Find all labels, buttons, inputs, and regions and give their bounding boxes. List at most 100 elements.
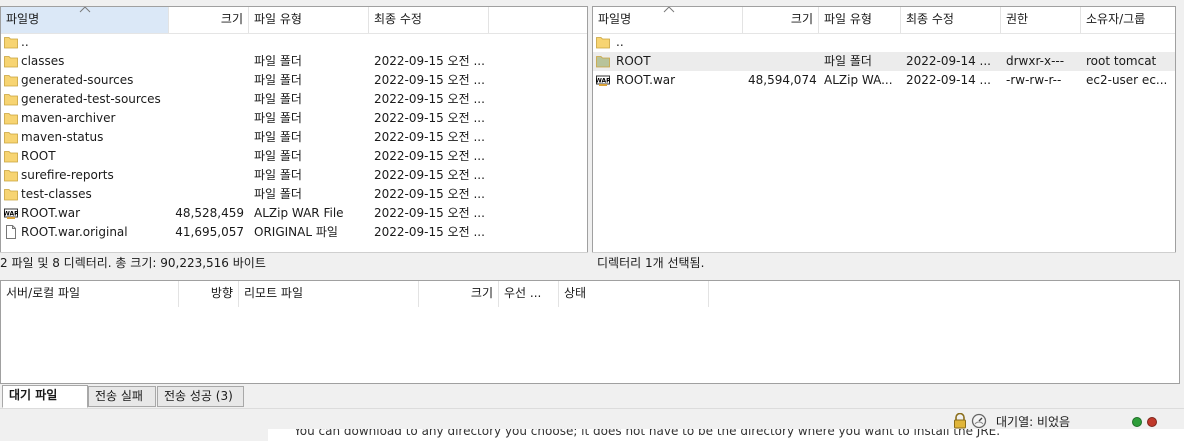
file-type [249,33,369,52]
file-modified: 2022-09-15 오전 ... [374,111,485,125]
remote-status-text: 디렉터리 1개 선택됨. [597,256,705,270]
file-row[interactable]: generated-test-sources 파일 폴더 2022-09-15 오전… [1,90,587,109]
queue-col-priority[interactable]: 우선 ... [499,281,559,307]
file-type: ORIGINAL 파일 [254,225,338,239]
remote-status-bar: 디렉터리 1개 선택됨. [592,252,1176,274]
file-owner [1081,33,1175,52]
remote-col-modified[interactable]: 최종 수정 [901,7,1001,33]
file-modified: 2022-09-15 오전 ... [374,73,485,87]
file-modified: 2022-09-15 오전 ... [374,206,485,220]
file-size [169,90,249,109]
local-status-text: 2 파일 및 8 디렉터리. 총 크기: 90,223,516 바이트 [0,256,266,270]
remote-col-size[interactable]: 크기 [743,7,819,33]
file-size [169,52,249,71]
file-size [743,52,819,71]
file-row[interactable]: classes 파일 폴더 2022-09-15 오전 ... [1,52,587,71]
file-type: 파일 폴더 [254,187,302,201]
file-type: 파일 폴더 [254,149,302,163]
file-modified: 2022-09-15 오전 ... [374,168,485,182]
file-row[interactable]: ROOT.war.original 41,695,057 ORIGINAL 파일 20… [1,223,587,242]
parent-directory-row[interactable]: .. [593,33,1175,52]
file-size: 41,695,057 [175,225,244,239]
red-led-icon [1147,417,1157,427]
file-type: 파일 폴더 [254,54,302,68]
file-size [169,33,249,52]
file-size [169,128,249,147]
file-modified: 2022-09-14 ... [906,73,991,87]
local-status-bar: 2 파일 및 8 디렉터리. 총 크기: 90,223,516 바이트 [0,252,588,274]
svg-text:WAR: WAR [596,78,610,85]
queue-col-remote-file[interactable]: 리모트 파일 [239,281,419,307]
tab-failed-transfers[interactable]: 전송 실패 [88,386,156,407]
green-led-icon [1132,417,1142,427]
queue-col-status[interactable]: 상태 [559,281,709,307]
parent-directory-row[interactable]: .. [1,33,587,52]
file-type: ALZip WA... [824,73,893,87]
file-row[interactable]: WARROOT.war48,528,459ALZip WAR File2022-… [1,204,587,223]
file-name: ROOT.war.original [21,225,128,239]
file-name: test-classes [21,187,92,201]
file-row[interactable]: generated-sources 파일 폴더 2022-09-15 오전 ... [1,71,587,90]
remote-col-filename[interactable]: 파일명 [593,7,743,33]
file-modified [901,33,1001,52]
queue-status-label: 대기열: 비었음 [996,415,1071,429]
file-name: .. [616,35,624,49]
file-modified: 2022-09-15 오전 ... [374,149,485,163]
file-modified: 2022-09-15 오전 ... [374,225,485,239]
remote-col-permissions[interactable]: 권한 [1001,7,1081,33]
tab-successful-transfers[interactable]: 전송 성공 (3) [157,386,244,407]
file-modified: 2022-09-15 오전 ... [374,187,485,201]
file-type: 파일 폴더 [254,92,302,106]
file-name: generated-test-sources [21,92,161,106]
queue-col-direction[interactable]: 방향 [179,281,239,307]
remote-col-owner[interactable]: 소유자/그룹 [1081,7,1175,33]
file-name: .. [21,35,29,49]
speed-limit-icon[interactable] [971,413,987,429]
file-size [169,166,249,185]
file-size: 48,528,459 [175,206,244,220]
file-modified [369,33,489,52]
file-name: classes [21,54,65,68]
file-permissions: drwxr-x--- [1006,54,1065,68]
local-col-type[interactable]: 파일 유형 [249,7,369,33]
sort-ascending-icon [79,7,91,13]
remote-col-filename-label: 파일명 [598,12,632,26]
file-size: 48,594,074 [748,73,817,87]
file-row[interactable]: test-classes 파일 폴더 2022-09-15 오전 ... [1,185,587,204]
file-row[interactable]: surefire-reports 파일 폴더 2022-09-15 오전 ... [1,166,587,185]
queue-col-size[interactable]: 크기 [419,281,499,307]
file-size [169,147,249,166]
lock-icon[interactable] [953,413,967,429]
file-type: 파일 폴더 [254,130,302,144]
remote-list-header: 파일명 크기 파일 유형 최종 수정 권한 소유자/그룹 [593,7,1175,34]
file-row[interactable]: maven-status 파일 폴더 2022-09-15 오전 ... [1,128,587,147]
file-name: ROOT [21,149,56,163]
tab-queued-files[interactable]: 대기 파일 [2,385,88,408]
file-row[interactable]: maven-archiver 파일 폴더 2022-09-15 오전 ... [1,109,587,128]
background-text: You can download to any directory you ch… [294,429,1001,438]
queue-tabs: 대기 파일 전송 실패 전송 성공 (3) [0,384,1184,408]
local-file-list[interactable]: 파일명 크기 파일 유형 최종 수정 .. classes 파일 폴더 2022-09… [0,6,588,272]
local-col-modified[interactable]: 최종 수정 [369,7,489,33]
file-row[interactable]: WAR ROOT.war 48,594,074 ALZip WA... 2022-09-… [593,71,1175,90]
transfer-queue[interactable]: 서버/로컬 파일 방향 리모트 파일 크기 우선 ... 상태 [0,280,1180,384]
file-type: ALZip WAR File [254,206,344,220]
file-type: 파일 폴더 [254,168,302,182]
remote-file-list[interactable]: 파일명 크기 파일 유형 최종 수정 권한 소유자/그룹 .. ROOT 파일 폴더… [592,6,1176,272]
local-col-filename-label: 파일명 [6,12,40,26]
file-size [169,109,249,128]
file-type: 파일 폴더 [254,111,302,125]
queue-col-local-file[interactable]: 서버/로컬 파일 [1,281,179,307]
local-col-filename[interactable]: 파일명 [1,7,169,33]
file-row[interactable]: ROOT 파일 폴더 2022-09-14 ... drwxr-x--- root to… [593,52,1175,71]
local-col-size[interactable]: 크기 [169,7,249,33]
queue-header: 서버/로컬 파일 방향 리모트 파일 크기 우선 ... 상태 [1,281,1179,307]
file-name: ROOT [616,54,651,68]
remote-col-type[interactable]: 파일 유형 [819,7,901,33]
file-modified: 2022-09-15 오전 ... [374,54,485,68]
file-row[interactable]: ROOT 파일 폴더 2022-09-15 오전 ... [1,147,587,166]
file-type [819,33,901,52]
file-name: ROOT.war [616,73,676,87]
file-name: generated-sources [21,73,134,87]
file-name: surefire-reports [21,168,114,182]
